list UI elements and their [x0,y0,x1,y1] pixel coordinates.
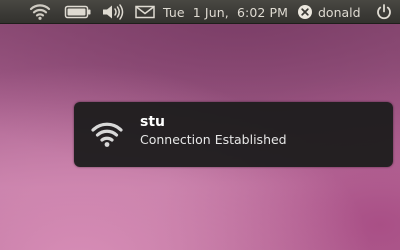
top-panel: Tue 1 Jun, 6:02 PM donald [0,0,400,24]
envelope-icon [135,5,155,19]
clock[interactable]: Tue 1 Jun, 6:02 PM [163,0,288,24]
wifi-signal-icon [90,120,124,152]
clock-label: Tue 1 Jun, 6:02 PM [163,4,289,20]
volume-icon [101,3,125,21]
notification-body: Connection Established [140,132,287,147]
session-menu[interactable] [375,0,393,24]
power-icon [375,3,393,21]
username-label: donald [318,4,361,20]
wifi-signal-icon [28,3,52,21]
volume-indicator[interactable] [101,0,125,24]
notification-bubble[interactable]: stu Connection Established [74,102,393,167]
battery-indicator[interactable] [64,0,92,24]
user-menu[interactable]: donald [297,0,361,24]
user-offline-icon [297,4,313,20]
battery-icon [64,5,92,19]
network-indicator[interactable] [28,0,52,24]
messaging-indicator[interactable] [135,0,155,24]
notification-title: stu [140,114,165,130]
